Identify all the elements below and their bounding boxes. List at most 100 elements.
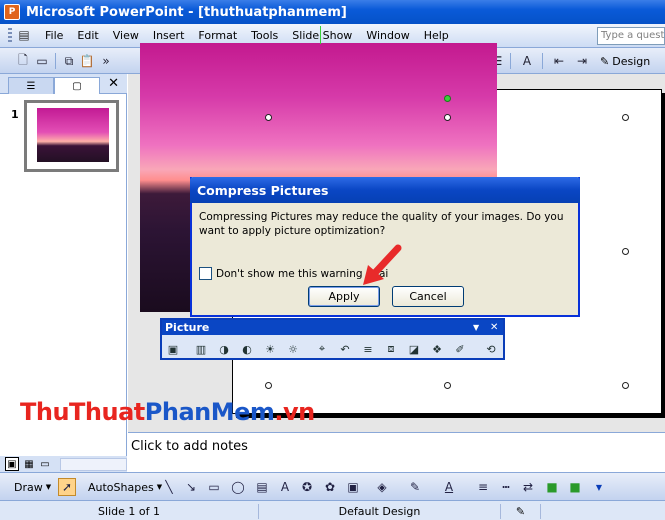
draw-label: Draw [14,480,43,494]
line-style-icon[interactable]: ≡ [474,478,492,496]
design-button[interactable]: ✎ Design [600,52,650,70]
format-picture-icon[interactable]: ❖ [428,340,446,358]
line-style-icon[interactable]: ≡ [359,340,377,358]
watermark-part3: .vn [274,398,315,426]
font-color-icon[interactable]: A [440,478,458,496]
autoshapes-menu[interactable]: AutoShapes ▼ [88,478,162,496]
reset-picture-icon[interactable]: ⟲ [482,340,500,358]
shadow-icon[interactable]: ■ [543,478,561,496]
paste-icon[interactable]: 📋 [78,52,96,70]
diagram-icon[interactable]: ✪ [298,478,316,496]
rectangle-icon[interactable]: ▭ [205,478,223,496]
decrease-indent-icon[interactable]: ⇤ [550,52,568,70]
toolbar-grip-icon[interactable] [8,27,12,44]
resize-handle-tr[interactable] [622,114,629,121]
3d-icon[interactable]: ■ [566,478,584,496]
tab-outline[interactable]: ☰ [8,77,54,94]
draw-menu[interactable]: Draw ▼ [14,478,51,496]
resize-handle-b[interactable] [444,382,451,389]
menu-tools[interactable]: Tools [244,29,285,42]
resize-handle-bl[interactable] [265,382,272,389]
title-bar: P Microsoft PowerPoint - [thuthuatphanme… [0,0,665,24]
copy-icon[interactable]: ⧉ [60,52,78,70]
slide-sorter-icon[interactable]: ▦ [22,457,36,471]
notes-pane[interactable]: Click to add notes [128,432,665,456]
dash-style-icon[interactable]: ┅ [497,478,515,496]
select-pointer-icon[interactable]: ➚ [58,478,76,496]
outline-icon: ☰ [26,80,36,92]
text-box-icon[interactable]: ▤ [253,478,271,496]
set-transparent-color-icon[interactable]: ✐ [451,340,469,358]
spelling-icon: ✎ [501,504,541,519]
less-contrast-icon[interactable]: ◐ [238,340,256,358]
new-icon[interactable]: 🗋 [14,52,32,70]
insert-picture-icon[interactable]: ▣ [344,478,362,496]
open-icon[interactable]: ▭ [33,52,51,70]
slide-thumbnail[interactable] [24,100,119,172]
wordart-icon[interactable]: A [276,478,294,496]
dont-show-checkbox[interactable] [199,267,212,280]
dialog-title: Compress Pictures [190,177,580,203]
document-icon[interactable]: ▤ [16,28,32,44]
watermark-logo: ThuThuatPhanMem.vn [20,398,315,426]
resize-handle-t[interactable] [444,114,451,121]
more-buttons-icon[interactable]: » [97,52,115,70]
line-color-icon[interactable]: ✎ [406,478,424,496]
menu-format[interactable]: Format [191,29,244,42]
crop-icon[interactable]: ⌖ [313,340,331,358]
color-icon[interactable]: ▥ [192,340,210,358]
chevron-down-icon: ▼ [45,483,52,491]
oval-icon[interactable]: ◯ [229,478,247,496]
more-brightness-icon[interactable]: ☀ [261,340,279,358]
slide-number: 1 [11,108,19,121]
arrow-style-icon[interactable]: ⇄ [519,478,537,496]
slide-show-icon[interactable]: ▭ [38,457,52,471]
help-search-input[interactable]: Type a questi [597,27,665,45]
design-icon: ✎ [600,54,610,68]
increase-font-icon[interactable]: A [518,52,536,70]
close-icon[interactable]: ✕ [490,320,498,335]
line-icon[interactable]: ╲ [160,478,178,496]
powerpoint-icon: P [4,4,20,20]
menu-file[interactable]: File [38,29,70,42]
autoshapes-label: AutoShapes [88,480,154,494]
watermark-part2: PhanMem [144,398,275,426]
menu-view[interactable]: View [106,29,146,42]
chevron-down-icon[interactable]: ▼ [473,320,479,335]
resize-handle-tl[interactable] [265,114,272,121]
close-icon[interactable]: ✕ [108,76,119,91]
menu-help[interactable]: Help [417,29,456,42]
menu-slide-show[interactable]: Slide Show [285,29,359,42]
arrow-icon[interactable]: ↘ [182,478,200,496]
slide-info: Slide 1 of 1 [0,504,259,519]
increase-indent-icon[interactable]: ⇥ [573,52,591,70]
rotation-line [320,26,321,44]
insert-picture-icon[interactable]: ▣ [164,340,182,358]
chevron-down-icon[interactable]: ▼ [590,478,608,496]
clip-art-icon[interactable]: ✿ [321,478,339,496]
horizontal-scrollbar[interactable] [60,458,127,471]
thumbnail-image [37,108,109,162]
recolor-picture-icon[interactable]: ◪ [405,340,423,358]
window-title: Microsoft PowerPoint - [thuthuatphanmem] [26,4,347,20]
resize-handle-br[interactable] [622,382,629,389]
normal-view-icon[interactable]: ▣ [5,457,19,471]
menu-window[interactable]: Window [359,29,416,42]
less-brightness-icon[interactable]: ☼ [284,340,302,358]
watermark-part1: ThuThuat [20,398,145,426]
status-bar: Slide 1 of 1 Default Design ✎ [0,500,665,520]
rotation-handle[interactable] [444,95,451,102]
slides-icon: ▢ [72,80,82,92]
apply-button[interactable]: Apply [308,286,380,307]
more-contrast-icon[interactable]: ◑ [215,340,233,358]
cancel-button[interactable]: Cancel [392,286,464,307]
compress-pictures-icon[interactable]: ⧈ [382,340,400,358]
design-name: Default Design [259,504,501,519]
annotation-arrow-icon [363,244,402,285]
fill-color-icon[interactable]: ◈ [373,478,391,496]
tab-slides[interactable]: ▢ [54,77,100,94]
menu-insert[interactable]: Insert [146,29,192,42]
resize-handle-r[interactable] [622,248,629,255]
menu-edit[interactable]: Edit [70,29,105,42]
rotate-left-icon[interactable]: ↶ [336,340,354,358]
